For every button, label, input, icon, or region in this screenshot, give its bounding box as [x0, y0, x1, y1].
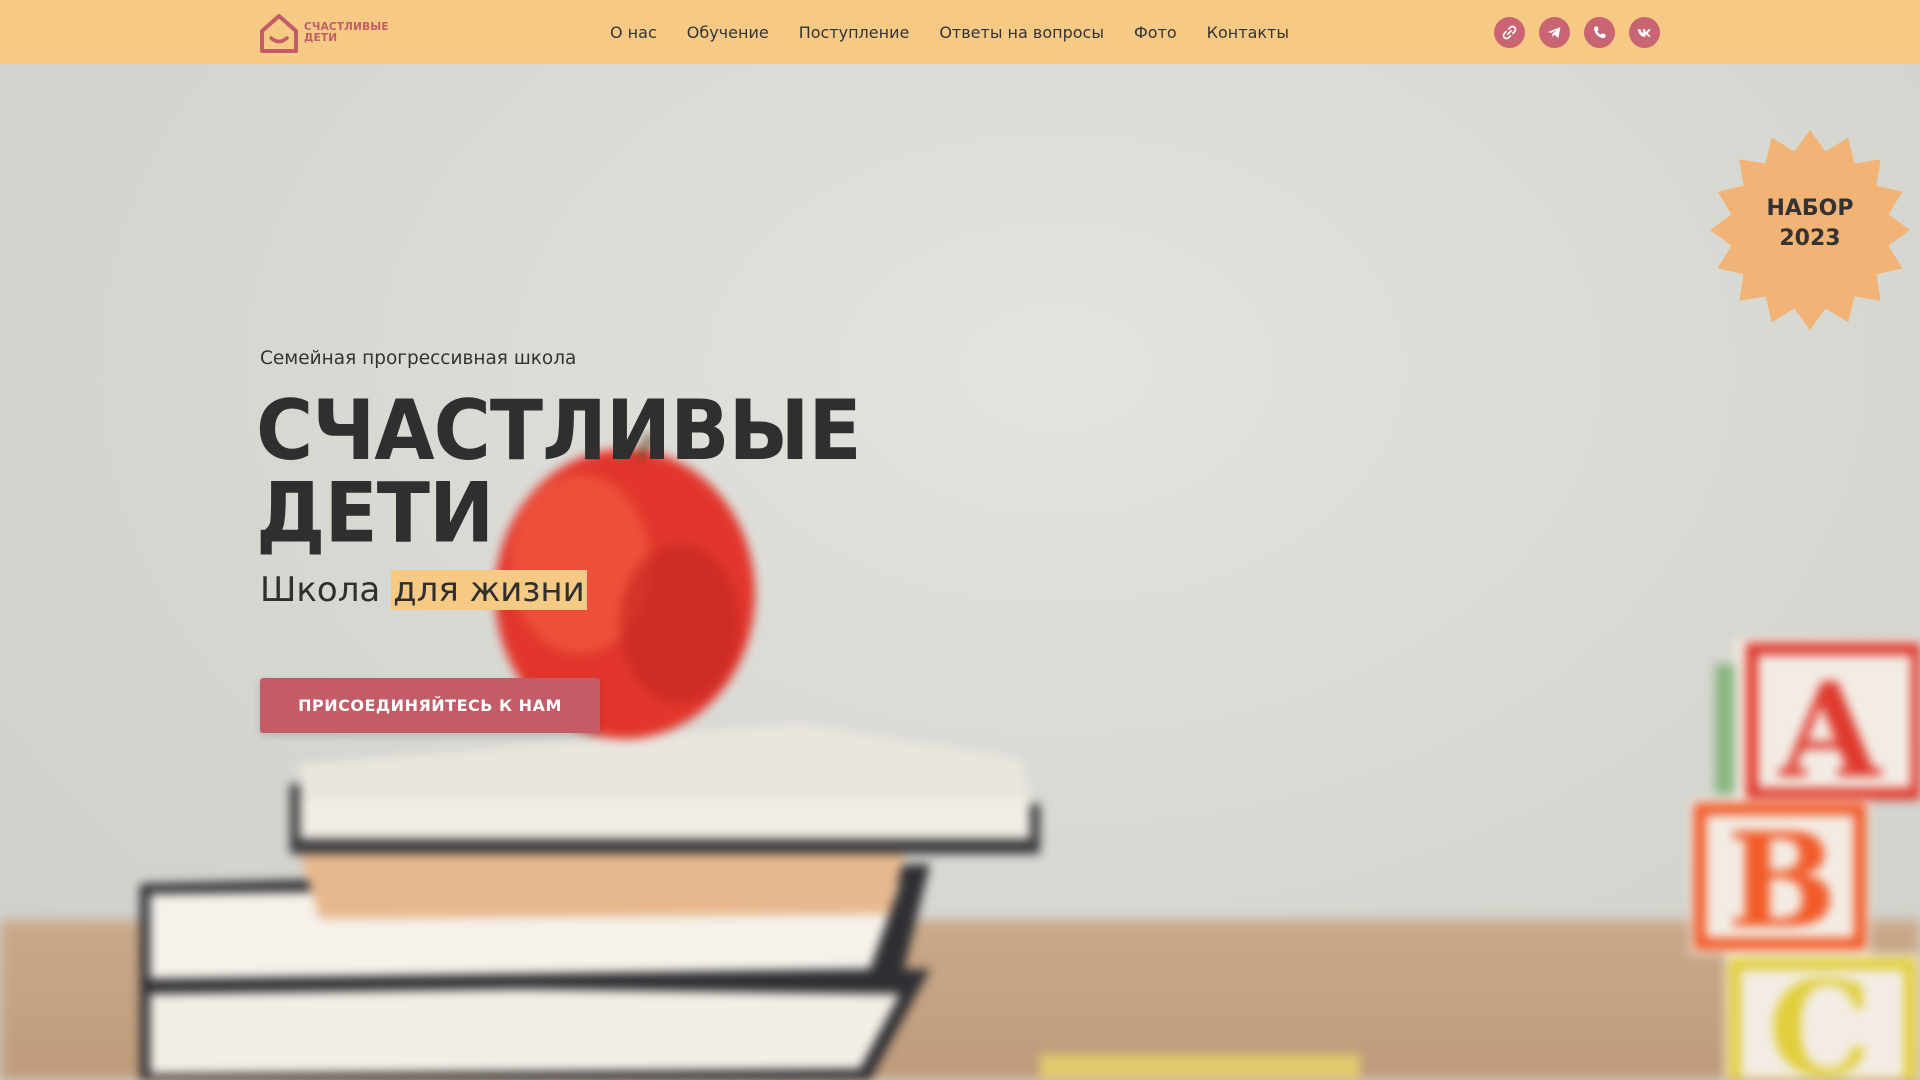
nav-link-faq[interactable]: Ответы на вопросы — [939, 23, 1104, 42]
enrollment-badge[interactable]: НАБОР 2023 — [1708, 128, 1912, 332]
tagline-prefix: Школа — [260, 570, 381, 610]
vk-button[interactable] — [1629, 17, 1660, 48]
telegram-icon — [1547, 26, 1561, 39]
logo[interactable]: СЧАСТЛИВЫЕ ДЕТИ — [258, 10, 389, 55]
whatsapp-button[interactable] — [1584, 17, 1615, 48]
svg-text:C: C — [1768, 952, 1871, 1080]
link-button[interactable] — [1494, 17, 1525, 48]
nav-link-admission[interactable]: Поступление — [799, 23, 910, 42]
social-links — [1494, 17, 1674, 48]
hero-title-line1: СЧАСТЛИВЫЕ — [256, 383, 862, 480]
nav-link-contacts[interactable]: Контакты — [1207, 23, 1289, 42]
abc-blocks: A B C — [1690, 639, 1920, 1080]
vk-icon — [1637, 29, 1651, 37]
book-middle — [140, 854, 930, 994]
svg-text:B: B — [1727, 804, 1837, 957]
logo-text-line2: ДЕТИ — [304, 31, 338, 44]
link-icon — [1502, 25, 1517, 40]
nav-link-photo[interactable]: Фото — [1134, 23, 1177, 42]
book-top — [290, 724, 1040, 854]
badge-text: НАБОР 2023 — [1708, 194, 1912, 254]
join-us-button[interactable]: ПРИСОЕДИНЯЙТЕСЬ К НАМ — [260, 678, 600, 733]
hero-title: СЧАСТЛИВЫЕ ДЕТИ — [256, 390, 862, 555]
badge-line2: 2023 — [1779, 226, 1841, 251]
badge-line1: НАБОР — [1766, 196, 1854, 221]
svg-text:A: A — [1778, 654, 1883, 807]
house-smile-icon — [260, 13, 298, 53]
tagline-highlight: для жизни — [391, 570, 587, 610]
main-nav: О нас Обучение Поступление Ответы на воп… — [610, 0, 1319, 64]
hero-tagline: Школа для жизни — [260, 570, 587, 610]
whatsapp-icon — [1593, 26, 1606, 39]
nav-link-about[interactable]: О нас — [610, 23, 657, 42]
logo-text: СЧАСТЛИВЫЕ ДЕТИ — [304, 20, 389, 44]
hero-subtitle: Семейная прогрессивная школа — [260, 348, 577, 369]
logo-text-line1: СЧАСТЛИВЫЕ — [304, 20, 389, 33]
telegram-button[interactable] — [1539, 17, 1570, 48]
hero-section: A B C Семейная прогрессивная школа СЧАСТ… — [0, 64, 1920, 1080]
nav-link-education[interactable]: Обучение — [687, 23, 769, 42]
hero-title-line2: ДЕТИ — [256, 466, 494, 562]
site-header: СЧАСТЛИВЫЕ ДЕТИ О нас Обучение Поступлен… — [0, 0, 1920, 64]
